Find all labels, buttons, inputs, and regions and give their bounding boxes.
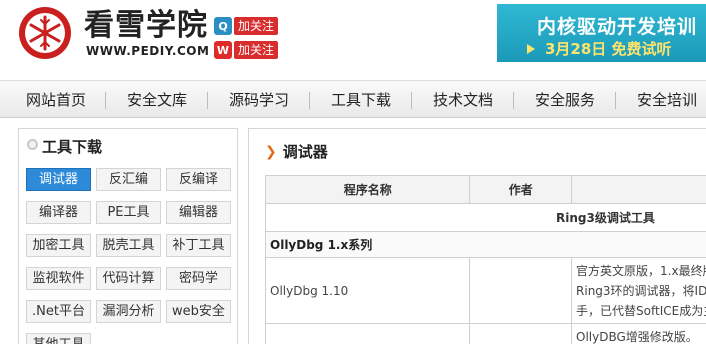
sidebar-title: 工具下载	[42, 138, 103, 156]
section-title: 调试器	[282, 143, 328, 161]
main-nav: 网站首页 安全文库 源码学习 工具下载 技术文档 安全服务 安全培训	[0, 80, 706, 118]
tool-category-compiler[interactable]: 编译器	[26, 201, 91, 224]
table-series-row: OllyDbg 1.x系列	[265, 231, 706, 258]
column-header-description	[571, 175, 706, 204]
training-banner[interactable]: 内核驱动开发培训 3月28日 免费试听	[497, 4, 706, 62]
tool-category-editor[interactable]: 编辑器	[166, 201, 231, 224]
tool-category-web-security[interactable]: web安全	[166, 300, 231, 323]
banner-subtitle: 3月28日 免费试听	[545, 40, 672, 58]
nav-divider	[105, 92, 106, 109]
nav-item-training[interactable]: 安全培训	[637, 81, 697, 119]
arrow-right-icon	[527, 44, 535, 54]
description-line: 官方英文原版，1.x最终版	[576, 263, 706, 278]
nav-item-home[interactable]: 网站首页	[26, 81, 86, 119]
follow-weibo[interactable]: W 加关注	[214, 40, 279, 60]
sidebar-header: 工具下载	[19, 129, 237, 161]
nav-item-tools[interactable]: 工具下载	[331, 81, 391, 119]
site-url[interactable]: WWW.PEDIY.COM	[86, 44, 209, 58]
nav-divider	[615, 92, 616, 109]
table-header-row: 程序名称 作者	[264, 175, 706, 204]
table-row: OllyDBG增强修改版。	[264, 323, 706, 344]
tool-category-decompiler[interactable]: 反编译	[166, 168, 231, 191]
tool-category-code-calc[interactable]: 代码计算	[96, 267, 161, 290]
table-section-row: Ring3级调试工具	[265, 203, 706, 232]
column-header-name: 程序名称	[264, 175, 471, 204]
column-header-author: 作者	[469, 175, 573, 204]
tool-author	[469, 323, 573, 344]
section-label: Ring3级调试工具	[265, 203, 706, 232]
snowflake-logo-icon[interactable]	[17, 5, 73, 61]
tool-category-encryption[interactable]: 加密工具	[26, 234, 91, 257]
follow-qq-button[interactable]: 加关注	[234, 17, 279, 35]
series-label: OllyDbg 1.x系列	[265, 231, 706, 258]
tool-category-patcher[interactable]: 补丁工具	[166, 234, 231, 257]
tool-category-crypto[interactable]: 密码学	[166, 267, 231, 290]
tool-category-debugger[interactable]: 调试器	[26, 168, 91, 191]
nav-divider	[513, 92, 514, 109]
qq-icon: Q	[214, 17, 232, 35]
nav-item-docs[interactable]: 技术文档	[433, 81, 493, 119]
follow-qq[interactable]: Q 加关注	[214, 16, 279, 36]
site-header: 看雪学院 WWW.PEDIY.COM Q 加关注 W 加关注 内核驱动开发培训 …	[0, 0, 706, 78]
nav-divider	[207, 92, 208, 109]
description-line: 手，已代替SoftICE成为主	[576, 303, 706, 318]
tool-description: OllyDBG增强修改版。	[571, 323, 706, 344]
weibo-icon: W	[214, 41, 232, 59]
bullet-icon	[27, 139, 38, 150]
tool-sidebar: 工具下载 调试器 反汇编 反编译 编译器 PE工具 编辑器 加密工具 脱壳工具 …	[18, 128, 238, 344]
site-name[interactable]: 看雪学院	[84, 8, 208, 44]
tool-name-link[interactable]: OllyDbg 1.10	[264, 257, 471, 324]
nav-item-services[interactable]: 安全服务	[535, 81, 595, 119]
tool-category-unpacker[interactable]: 脱壳工具	[96, 234, 161, 257]
description-line: OllyDBG增强修改版。	[576, 330, 698, 344]
nav-divider	[411, 92, 412, 109]
main-content: ❯ 调试器 程序名称 作者 Ring3级调试工具 OllyDbg 1.x系列 O…	[248, 128, 706, 344]
tool-category-dotnet[interactable]: .Net平台	[26, 300, 91, 323]
section-heading: ❯ 调试器	[265, 141, 328, 162]
tool-category-monitor[interactable]: 监视软件	[26, 267, 91, 290]
banner-title: 内核驱动开发培训	[537, 16, 698, 38]
nav-item-library[interactable]: 安全文库	[127, 81, 187, 119]
tool-category-disassembler[interactable]: 反汇编	[96, 168, 161, 191]
tool-category-vuln-analysis[interactable]: 漏洞分析	[96, 300, 161, 323]
nav-divider	[309, 92, 310, 109]
tool-author	[469, 257, 573, 324]
tools-table: 程序名称 作者 Ring3级调试工具 OllyDbg 1.x系列 OllyDbg…	[264, 175, 706, 344]
tool-description: 官方英文原版，1.x最终版 Ring3环的调试器，将IDA 手，已代替SoftI…	[571, 257, 706, 324]
tool-category-other[interactable]: 其他工具	[26, 333, 91, 344]
tool-category-pe-tools[interactable]: PE工具	[96, 201, 161, 224]
tool-name-link[interactable]	[264, 323, 471, 344]
table-row: OllyDbg 1.10 官方英文原版，1.x最终版 Ring3环的调试器，将I…	[264, 257, 706, 324]
description-line: Ring3环的调试器，将IDA	[576, 283, 706, 298]
nav-item-source[interactable]: 源码学习	[229, 81, 289, 119]
chevron-right-icon: ❯	[265, 143, 277, 160]
follow-weibo-button[interactable]: 加关注	[234, 41, 279, 59]
